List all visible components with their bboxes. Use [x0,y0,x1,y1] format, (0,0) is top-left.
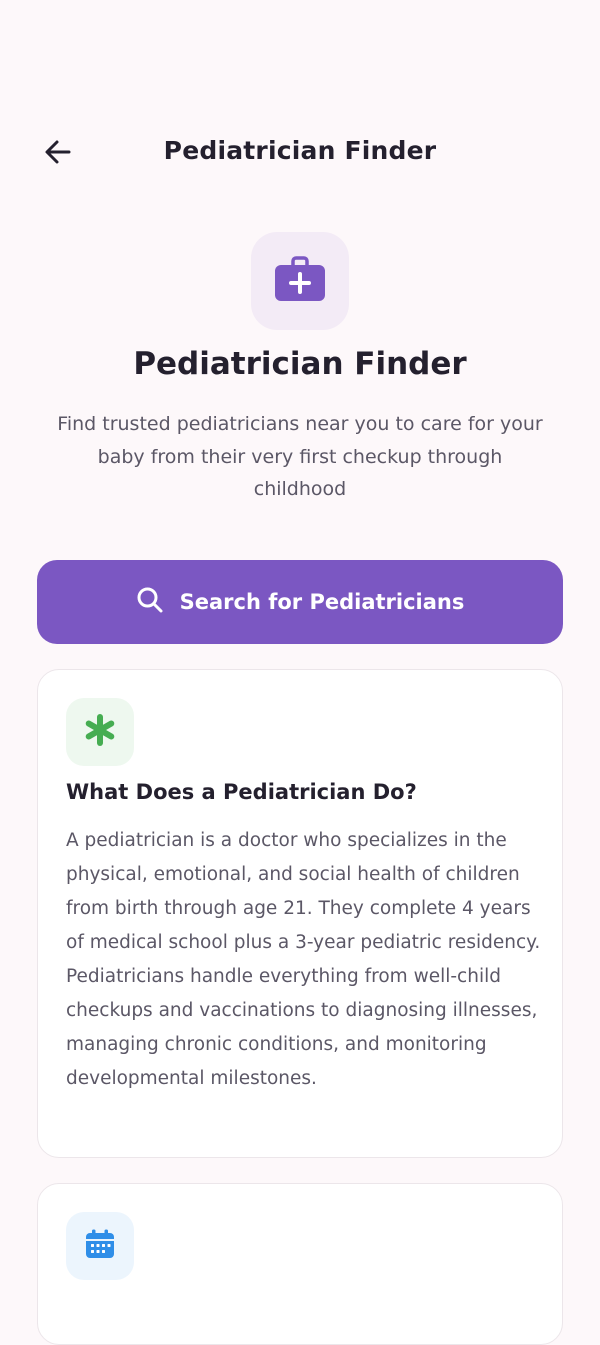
card-title: What Does a Pediatrician Do? [66,780,417,804]
top-bar: Pediatrician Finder [0,118,600,186]
search-icon [136,586,164,618]
card-icon-tile [66,698,134,766]
asterisk-icon [84,714,116,750]
card-icon-tile [66,1212,134,1280]
hero-subtitle: Find trusted pediatricians near you to c… [57,413,543,500]
hero-title: Pediatrician Finder [133,346,467,382]
calendar-icon [84,1228,116,1264]
search-button-label: Search for Pediatricians [179,590,465,614]
info-card: What Does a Pediatrician Do? A pediatric… [37,669,563,1158]
search-pediatricians-button[interactable]: Search for Pediatricians [37,560,563,644]
hero-icon-tile [251,232,349,330]
medical-kit-icon [273,252,327,310]
info-card [37,1183,563,1345]
card-body: A pediatrician is a doctor who specializ… [66,830,541,1089]
page-title: Pediatrician Finder [163,136,437,165]
